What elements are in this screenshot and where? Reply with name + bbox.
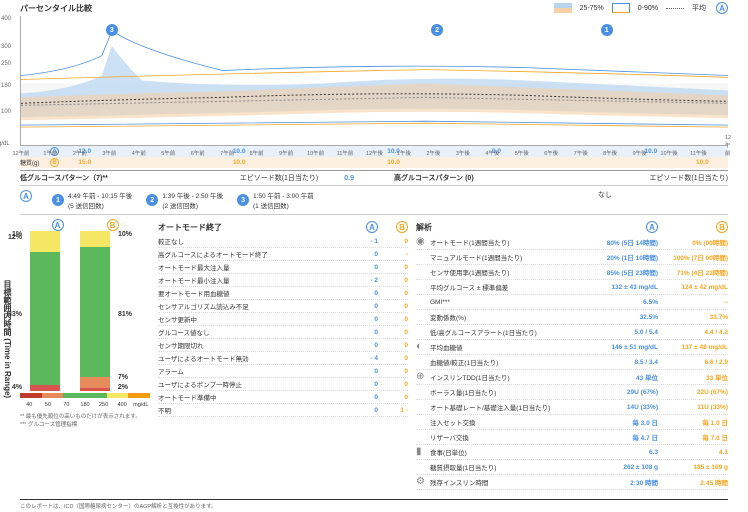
syringe-icon: ⊕ <box>416 371 428 383</box>
table-row: 変動係数(%)32.5%33.7% <box>416 310 728 325</box>
footer-note: このレポートは、ICD（国際糖尿病センター）のAGP解析と互換性があります。 <box>20 499 728 510</box>
table-row: 血糖値/較正(1日当たり)8.5 / 3.46.6 / 2.9 <box>416 355 728 370</box>
table-row: オート基礎レート/基礎注入量(1日当たり)14U (33%)11U (33%) <box>416 400 728 415</box>
pattern-list: A 14:49 午前 - 10:15 午後(5 送信回数) 21:39 午後 - … <box>20 185 728 215</box>
table-row: センサアルゴリズム読込み不足00 <box>158 300 408 313</box>
table-row: アラーム00 <box>158 365 408 378</box>
chart-marker: 2 <box>431 24 443 36</box>
table-row: ユーザによるオートモード無効- 40 <box>158 352 408 365</box>
pattern-item: 21:39 午後 - 2:50 午後(2 送信回数) <box>146 190 223 210</box>
pattern-item: 14:49 午前 - 10:15 午後(5 送信回数) <box>52 190 132 210</box>
low-pattern-title: 低グルコースパターン（7)** <box>20 173 108 183</box>
tir-b-badge: B <box>107 219 119 231</box>
table-row: センサ使用率(1週間当たり)85% (5日 23時間)71% (4日 23時間) <box>416 265 728 280</box>
tir-axis-label: 目標範囲内時間 (Time in Range) <box>2 280 13 398</box>
table-row: ▮食事(日単位)6.34.1 <box>416 445 728 460</box>
table-row: ユーザによるポンプ一時停止00 <box>158 378 408 391</box>
pattern-item: 31:50 午前 - 3:00 午前(1 送信回数) <box>237 190 314 210</box>
table-row: 要オートモード用血糖値00 <box>158 287 408 300</box>
food-icon: ▮ <box>416 446 428 458</box>
table-row: ◐平均血糖値146 ± 51 mg/dL137 ± 48 mg/dL <box>416 340 728 355</box>
table-row: ボーラス量(1日当たり)29U (67%)22U (67%) <box>416 385 728 400</box>
table-row: オートモード準備中00 <box>158 391 408 404</box>
tir-bar-a: 1% 12% 83% 4% <box>30 231 60 391</box>
legend-2575-icon <box>554 3 572 13</box>
loop-icon: ◉ <box>416 236 428 248</box>
series-a-badge: A <box>716 2 728 14</box>
gear-icon: ⚙ <box>416 476 428 488</box>
table-row: ◉オートモード(1週間当たり)80% (5日 14時間)0% (00時間) <box>416 235 728 250</box>
table-row: 平均グルコース ± 標準偏差132 ± 43 mg/dL124 ± 42 mg/… <box>416 280 728 295</box>
table-row: GMI***6.5%-- <box>416 295 728 310</box>
table-row: 較正なし- 10 <box>158 235 408 248</box>
table-row: 不明01 - <box>158 404 408 417</box>
analysis-section: 解析 A B ◉オートモード(1週間当たり)80% (5日 14時間)0% (0… <box>416 219 728 490</box>
table-row: 高グルコースによるオートモード終了0- <box>158 248 408 261</box>
table-row: センサ更新中00 <box>158 313 408 326</box>
table-row: リザーバ交換毎 4.7 日毎 7.0 日 <box>416 430 728 445</box>
tir-a-badge: A <box>52 219 64 231</box>
table-row: ⚙残存インスリン時間2:30 時間2:45 時間 <box>416 475 728 490</box>
tir-section: A B 1% 12% 83% 4% 10% 81% 7% <box>20 219 150 490</box>
legend-090-icon <box>612 3 630 13</box>
table-row: マニュアルモード(1週間当たり)20% (1日 10時間)100% (7日 00… <box>416 250 728 265</box>
patterns-a-badge: A <box>20 190 32 202</box>
drop-icon: ◐ <box>416 341 428 353</box>
chart-marker: 3 <box>106 24 118 36</box>
chart-title: パーセンタイル比較 <box>20 3 92 14</box>
table-row: グルコース値なし00 <box>158 326 408 339</box>
band-b-badge: B <box>50 158 59 167</box>
table-row: センサ期限切れ00 <box>158 339 408 352</box>
table-row: 低/高グルコースアラート(1日当たり)5.0 / 5.44.4 / 4.2 <box>416 325 728 340</box>
percentile-chart: 400 300 250 180 100 mg/dL 321 12午前1午前2午前… <box>20 16 728 146</box>
table-row: オートモード最小注入量- 20 <box>158 274 408 287</box>
table-row: オートモード最大注入量00 <box>158 261 408 274</box>
automode-section: オートモード終了 A B 較正なし- 10高グルコースによるオートモード終了0-… <box>158 219 408 490</box>
high-pattern-title: 高グルコースパターン (0) <box>394 173 474 183</box>
table-row: 糖質摂取量(1日当たり)262 ± 108 g185 ± 109 g <box>416 460 728 475</box>
chart-marker: 1 <box>601 24 613 36</box>
legend: 25-75% 0-90% 平均 <box>554 3 706 13</box>
tir-bar-b: 10% 81% 7% 2% <box>80 231 110 391</box>
legend-mean-icon <box>666 8 684 9</box>
table-row: ⊕インスリンTDD(1日当たり)43 単位33 単位 <box>416 370 728 385</box>
table-row: 注入セット交換毎 3.0 日毎 1.0 日 <box>416 415 728 430</box>
